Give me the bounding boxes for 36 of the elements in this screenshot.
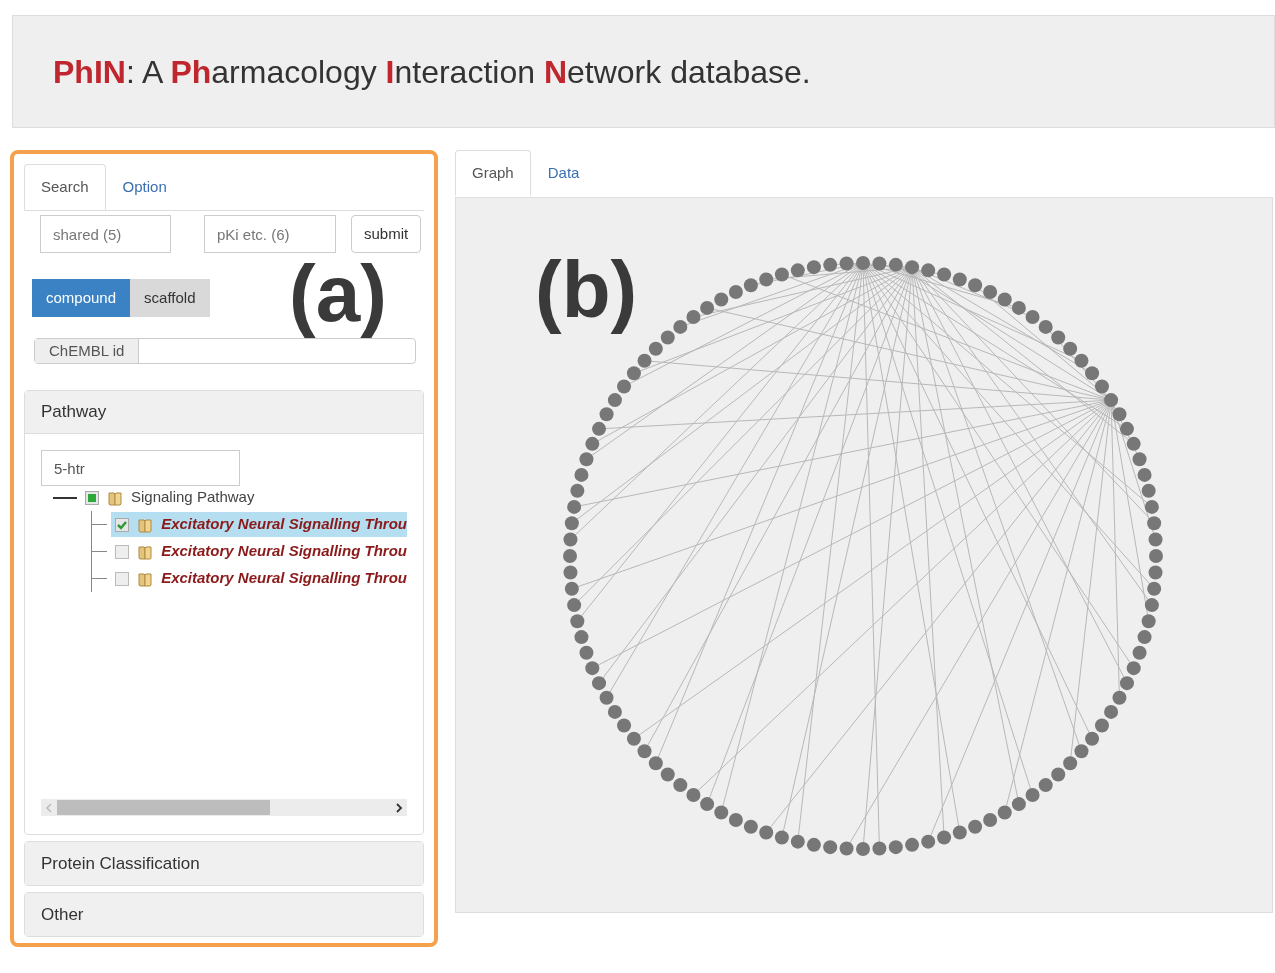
right-chevron-icon[interactable]: [395, 802, 403, 813]
tree-item[interactable]: Excitatory Neural Signalling Throu: [111, 539, 407, 564]
tab[interactable]: Data: [530, 150, 597, 196]
book-icon: [107, 489, 123, 506]
filter-field[interactable]: 5-htr: [41, 450, 240, 486]
book-icon: [137, 516, 154, 533]
tab[interactable]: Search: [24, 164, 106, 210]
accordion-header[interactable]: Protein Classification: [25, 842, 423, 885]
tab[interactable]: Graph: [455, 150, 531, 196]
horizontal-scrollbar[interactable]: [41, 799, 407, 816]
tree-item-label: Excitatory Neural Signalling Throu: [161, 541, 407, 562]
tab[interactable]: Option: [105, 164, 184, 210]
submit-button[interactable]: submit: [351, 215, 422, 253]
chembl-id-field[interactable]: ChEMBL id: [34, 338, 416, 364]
book-icon: [137, 570, 154, 587]
checkbox[interactable]: [85, 490, 99, 505]
book-icon: [137, 543, 154, 560]
checkbox[interactable]: [115, 571, 130, 586]
tree-item-label: Signaling Pathway: [131, 487, 255, 508]
input-field[interactable]: shared (5): [40, 215, 171, 253]
input-field[interactable]: pKi etc. (6): [204, 215, 336, 253]
tree-item[interactable]: Signaling Pathway: [81, 485, 255, 510]
tree-item-label: Excitatory Neural Signalling Throu: [161, 514, 407, 535]
toggle-button[interactable]: compound: [32, 279, 131, 317]
accordion-header[interactable]: Other: [25, 893, 423, 936]
checkbox[interactable]: [115, 544, 130, 559]
left-chevron-icon[interactable]: [45, 802, 53, 813]
accordion-header[interactable]: Pathway: [25, 391, 423, 434]
field-addon: ChEMBL id: [35, 339, 140, 363]
toggle-button[interactable]: scaffold: [130, 279, 210, 317]
scrollbar-thumb[interactable]: [57, 800, 270, 815]
tree-item[interactable]: Excitatory Neural Signalling Throu: [111, 566, 407, 591]
tree-item[interactable]: Excitatory Neural Signalling Throu: [111, 512, 407, 537]
tree-item-label: Excitatory Neural Signalling Throu: [161, 568, 407, 589]
page-title: PhIN: A Pharmacology Interaction Network database.: [53, 52, 811, 92]
checkbox[interactable]: [115, 517, 130, 532]
